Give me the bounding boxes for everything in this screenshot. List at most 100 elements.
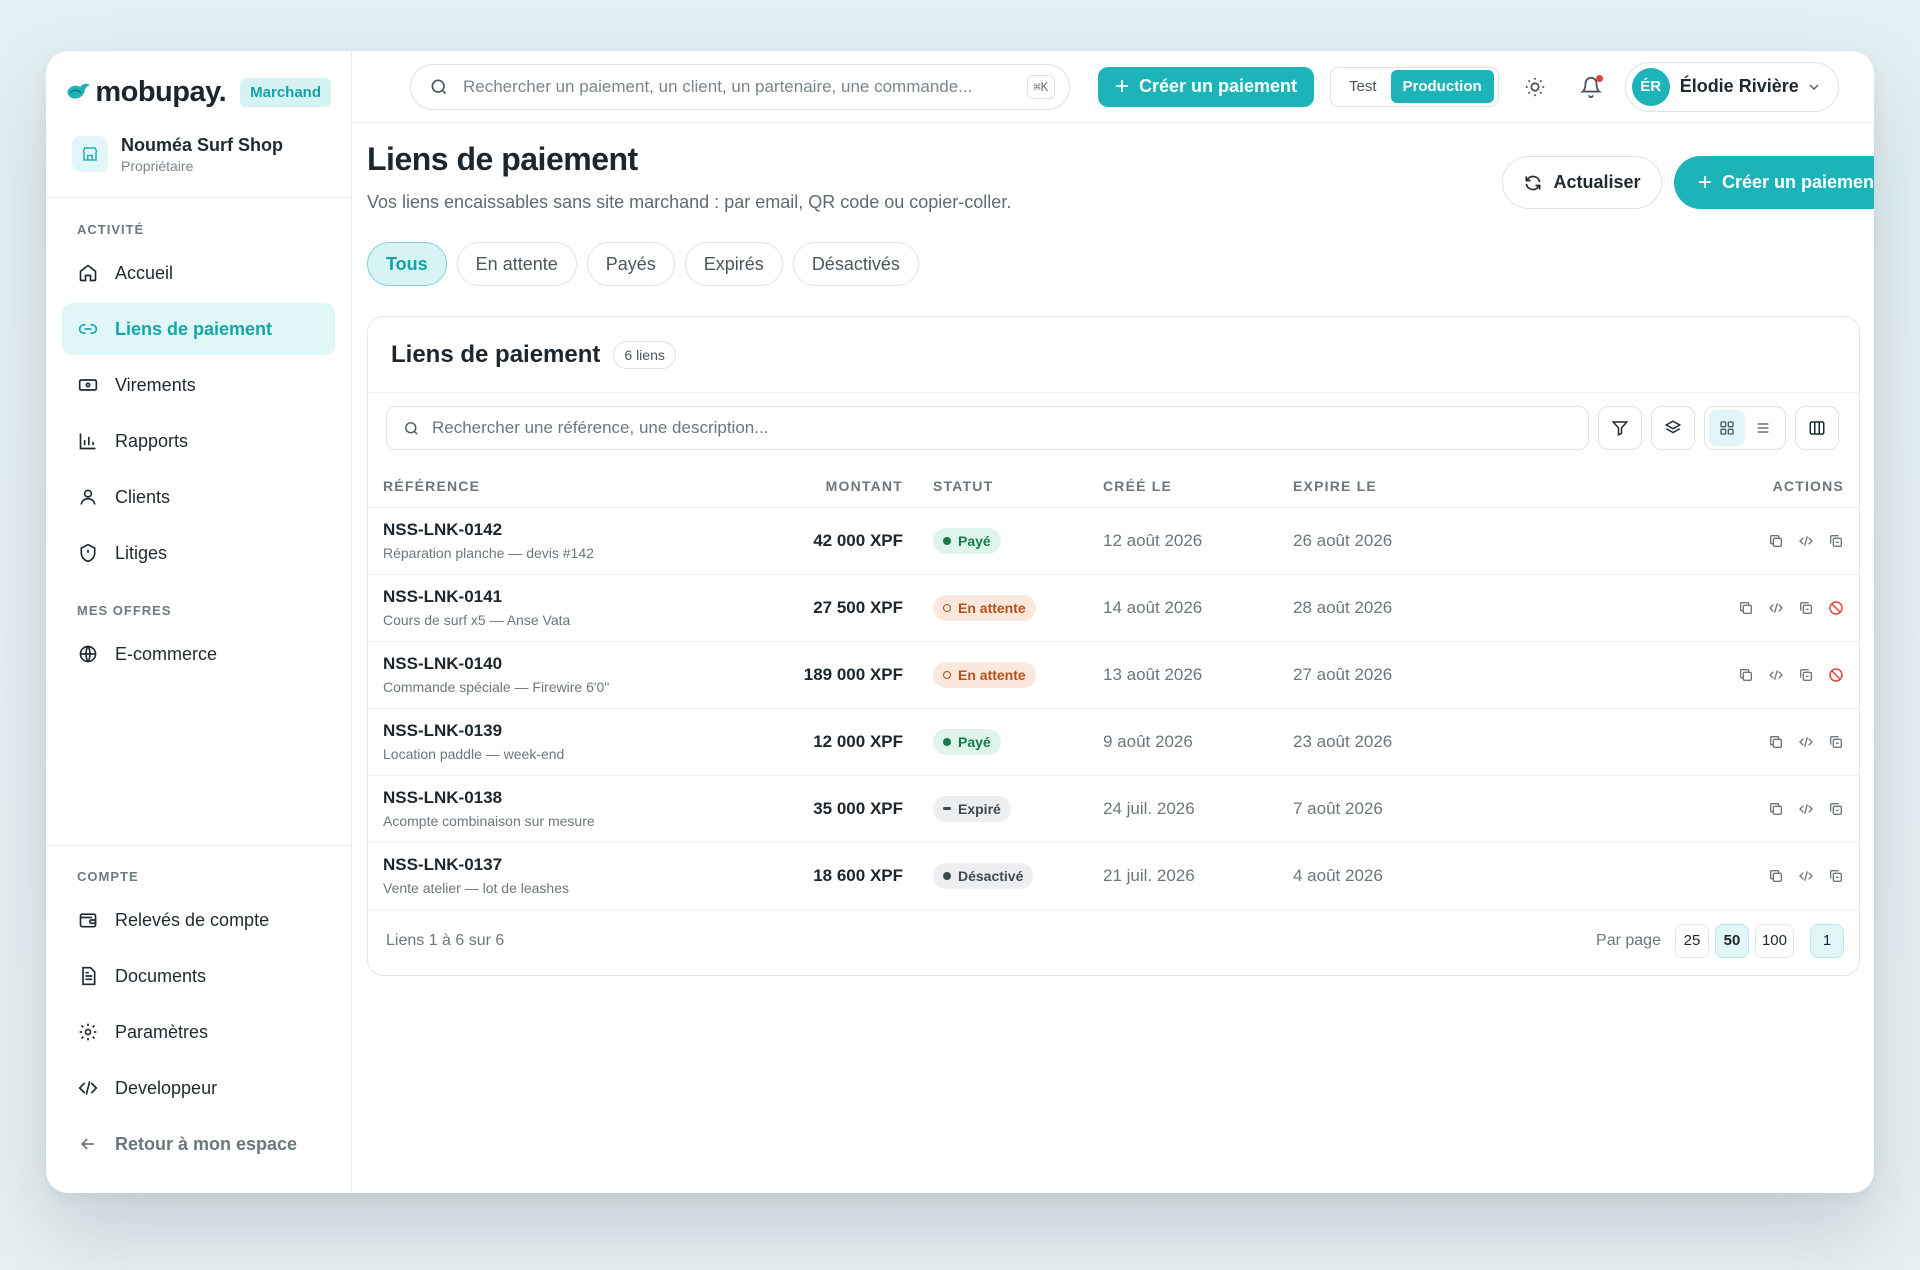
duplicate-icon[interactable] [1827, 532, 1845, 550]
row-reference[interactable]: NSS-LNK-0140 [383, 654, 698, 674]
sidebar-item-clients[interactable]: Clients [62, 471, 335, 523]
status-label: En attente [958, 599, 1026, 616]
per-page-option[interactable]: 25 [1674, 923, 1709, 958]
row-expire-date: 26 août 2026 [1293, 507, 1593, 575]
copy-link-icon[interactable] [1767, 800, 1785, 818]
column-header-expires[interactable]: EXPIRE LE [1293, 465, 1593, 508]
row-reference[interactable]: NSS-LNK-0142 [383, 520, 698, 540]
env-production-option[interactable]: Production [1390, 70, 1494, 103]
search-placeholder: Rechercher un paiement, un client, un pa… [463, 76, 973, 96]
row-reference[interactable]: NSS-LNK-0137 [383, 855, 698, 875]
global-search-input[interactable]: Rechercher un paiement, un client, un pa… [410, 63, 1070, 110]
sidebar-item-litiges[interactable]: Litiges [62, 527, 335, 579]
row-reference[interactable]: NSS-LNK-0139 [383, 721, 698, 741]
tab-en-attente[interactable]: En attente [456, 242, 577, 286]
sidebar-item-virements[interactable]: Virements [62, 359, 335, 411]
create-payment-button-header[interactable]: + Créer un paiement [1674, 156, 1874, 209]
column-header-reference[interactable]: RÉFÉRENCE [368, 465, 698, 508]
column-header-created[interactable]: CRÉÉ LE [1103, 465, 1293, 508]
sun-icon [1525, 77, 1544, 96]
disable-icon[interactable] [1827, 666, 1845, 684]
notifications-button[interactable] [1571, 67, 1611, 107]
tab-expires[interactable]: Expirés [684, 242, 783, 286]
embed-code-icon[interactable] [1797, 733, 1815, 751]
status-dot [943, 670, 951, 679]
sidebar-item-label: Liens de paiement [115, 318, 273, 339]
column-header-amount[interactable]: MONTANT [698, 465, 903, 508]
brand: mobupay. Marchand [46, 51, 351, 113]
back-to-space-link[interactable]: Retour à mon espace [62, 1118, 335, 1170]
embed-code-icon[interactable] [1767, 599, 1785, 617]
table-row[interactable]: NSS-LNK-0141 Cours de surf x5 — Anse Vat… [368, 574, 1859, 642]
sidebar-item-label: Paramètres [115, 1021, 209, 1042]
columns-button[interactable] [1795, 406, 1839, 450]
sidebar-item-developpeur[interactable]: Developpeur [62, 1062, 335, 1114]
count-badge: 6 liens [613, 340, 676, 369]
sidebar-item-releves[interactable]: Relevés de compte [62, 894, 335, 946]
sidebar-item-rapports[interactable]: Rapports [62, 415, 335, 467]
create-payment-button[interactable]: + Créer un paiement [1098, 66, 1314, 107]
row-expire-date: 23 août 2026 [1293, 708, 1593, 776]
duplicate-icon[interactable] [1827, 800, 1845, 818]
row-created-date: 12 août 2026 [1103, 507, 1293, 575]
embed-code-icon[interactable] [1797, 800, 1815, 818]
table-row[interactable]: NSS-LNK-0137 Vente atelier — lot de leas… [368, 842, 1859, 910]
tab-desactives[interactable]: Désactivés [792, 242, 919, 286]
notification-dot [1595, 74, 1603, 82]
table-row[interactable]: NSS-LNK-0140 Commande spéciale — Firewir… [368, 641, 1859, 709]
section-label-offers: MES OFFRES [77, 603, 172, 618]
column-header-status[interactable]: STATUT [903, 465, 1103, 508]
copy-link-icon[interactable] [1767, 733, 1785, 751]
env-test-option[interactable]: Test [1335, 78, 1391, 95]
shop-switcher[interactable]: Nouméa Surf Shop Propriétaire [46, 113, 351, 185]
copy-link-icon[interactable] [1737, 599, 1755, 617]
arrow-left-icon [77, 1133, 99, 1155]
row-created-date: 13 août 2026 [1103, 641, 1293, 709]
row-reference[interactable]: NSS-LNK-0138 [383, 788, 698, 808]
tab-tous[interactable]: Tous [367, 242, 447, 286]
duplicate-icon[interactable] [1797, 599, 1815, 617]
duplicate-icon[interactable] [1827, 867, 1845, 885]
refresh-button[interactable]: Actualiser [1502, 156, 1662, 209]
row-description: Réparation planche — devis #142 [383, 545, 594, 561]
list-view-button[interactable] [1745, 410, 1781, 446]
embed-code-icon[interactable] [1797, 532, 1815, 550]
per-page-option[interactable]: 100 [1754, 923, 1794, 958]
grid-view-button[interactable] [1709, 410, 1745, 446]
page-number-button[interactable]: 1 [1810, 923, 1844, 958]
copy-link-icon[interactable] [1767, 532, 1785, 550]
table-row[interactable]: NSS-LNK-0139 Location paddle — week-end … [368, 708, 1859, 776]
theme-toggle-button[interactable] [1515, 67, 1555, 107]
table-search-input[interactable]: Rechercher une référence, une descriptio… [386, 406, 1589, 450]
sidebar-item-accueil[interactable]: Accueil [62, 247, 335, 299]
sidebar-item-documents[interactable]: Documents [62, 950, 335, 1002]
copy-link-icon[interactable] [1737, 666, 1755, 684]
status-dash [943, 807, 951, 810]
topbar: Rechercher un paiement, un client, un pa… [352, 51, 1874, 123]
row-created-date: 21 juil. 2026 [1103, 842, 1293, 910]
row-reference[interactable]: NSS-LNK-0141 [383, 587, 698, 607]
sidebar-item-liens-de-paiement[interactable]: Liens de paiement [62, 303, 335, 355]
per-page-option[interactable]: 50 [1714, 923, 1749, 958]
sidebar-item-e-commerce[interactable]: E-commerce [62, 628, 335, 680]
embed-code-icon[interactable] [1767, 666, 1785, 684]
copy-link-icon[interactable] [1767, 867, 1785, 885]
grid-icon [1720, 421, 1734, 435]
layers-button[interactable] [1651, 406, 1695, 450]
home-icon [77, 262, 99, 284]
duplicate-icon[interactable] [1797, 666, 1815, 684]
filter-button[interactable] [1598, 406, 1642, 450]
embed-code-icon[interactable] [1797, 867, 1815, 885]
view-toggle [1704, 406, 1786, 450]
logo-icon [67, 83, 90, 99]
sidebar-item-parametres[interactable]: Paramètres [62, 1006, 335, 1058]
duplicate-icon[interactable] [1827, 733, 1845, 751]
pagination-summary: Liens 1 à 6 sur 6 [386, 931, 505, 949]
list-icon [1757, 423, 1769, 433]
tab-payes[interactable]: Payés [586, 242, 675, 286]
table-row[interactable]: NSS-LNK-0142 Réparation planche — devis … [368, 507, 1859, 575]
table-row[interactable]: NSS-LNK-0138 Acompte combinaison sur mes… [368, 775, 1859, 843]
user-menu[interactable]: ÉR Élodie Rivière [1624, 61, 1839, 112]
row-amount: 35 000 XPF [698, 775, 903, 843]
disable-icon[interactable] [1827, 599, 1845, 617]
